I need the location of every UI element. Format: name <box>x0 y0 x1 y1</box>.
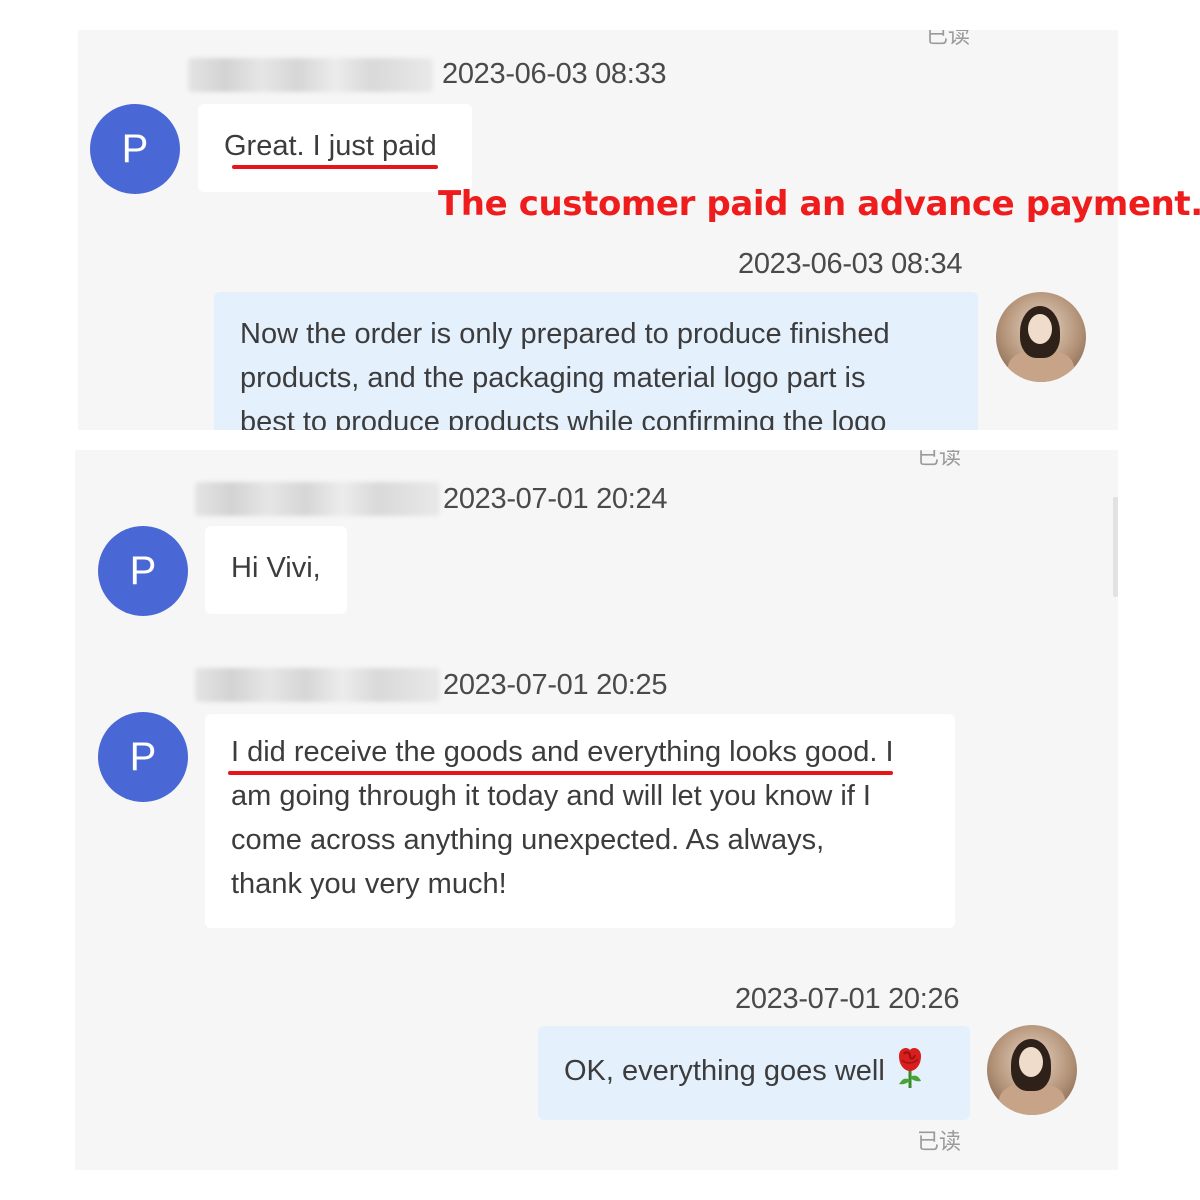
chat-panel-bottom: 已读 2023-07-01 20:24 P Hi Vivi, 2023-07-0… <box>75 450 1118 1170</box>
outgoing-message-bubble[interactable]: OK, everything goes well <box>538 1026 970 1120</box>
contact-avatar[interactable]: P <box>98 526 188 616</box>
red-underline-mark <box>228 771 893 775</box>
message-line: am going through it today and will let y… <box>231 780 871 812</box>
scrollbar[interactable] <box>1113 497 1118 597</box>
message-timestamp: 2023-06-03 08:33 <box>442 58 667 90</box>
user-avatar[interactable] <box>987 1025 1077 1115</box>
message-timestamp: 2023-07-01 20:26 <box>735 983 960 1015</box>
message-line: I did receive the goods and everything l… <box>231 736 894 768</box>
red-underline-mark <box>232 165 438 169</box>
message-line: Now the order is only prepared to produc… <box>240 318 890 350</box>
contact-avatar[interactable]: P <box>90 104 180 194</box>
contact-avatar[interactable]: P <box>98 712 188 802</box>
message-line: thank you very much! <box>231 868 507 900</box>
message-text: Hi Vivi, <box>231 552 321 584</box>
incoming-message-bubble[interactable]: Hi Vivi, <box>205 526 347 614</box>
outgoing-message-bubble[interactable]: Now the order is only prepared to produc… <box>214 292 978 430</box>
user-avatar[interactable] <box>996 292 1086 382</box>
annotation-caption: The customer paid an advance payment. <box>438 184 1200 224</box>
chat-panel-top: 已读 2023-06-03 08:33 P Great. I just paid… <box>78 30 1118 430</box>
sender-name-redacted <box>195 668 440 702</box>
sender-name-redacted <box>195 482 440 516</box>
read-status: 已读 <box>926 30 971 49</box>
incoming-message-bubble[interactable]: Great. I just paid <box>198 104 472 192</box>
rose-icon <box>898 1048 921 1089</box>
message-text: OK, everything goes well <box>564 1055 885 1087</box>
avatar-letter: P <box>129 548 157 593</box>
avatar-letter: P <box>121 126 149 171</box>
message-line: products, and the packaging material log… <box>240 362 866 394</box>
read-status: 已读 <box>917 1130 962 1155</box>
message-timestamp: 2023-07-01 20:25 <box>443 669 668 701</box>
message-line: best to produce products while confirmin… <box>240 406 887 430</box>
message-timestamp: 2023-06-03 08:34 <box>738 248 963 280</box>
message-timestamp: 2023-07-01 20:24 <box>443 483 668 515</box>
incoming-message-bubble[interactable]: I did receive the goods and everything l… <box>205 714 955 928</box>
sender-name-redacted <box>188 58 433 92</box>
read-status: 已读 <box>917 450 962 470</box>
message-text: Great. I just paid <box>224 130 437 162</box>
message-line: come across anything unexpected. As alwa… <box>231 824 825 856</box>
avatar-letter: P <box>129 734 157 779</box>
